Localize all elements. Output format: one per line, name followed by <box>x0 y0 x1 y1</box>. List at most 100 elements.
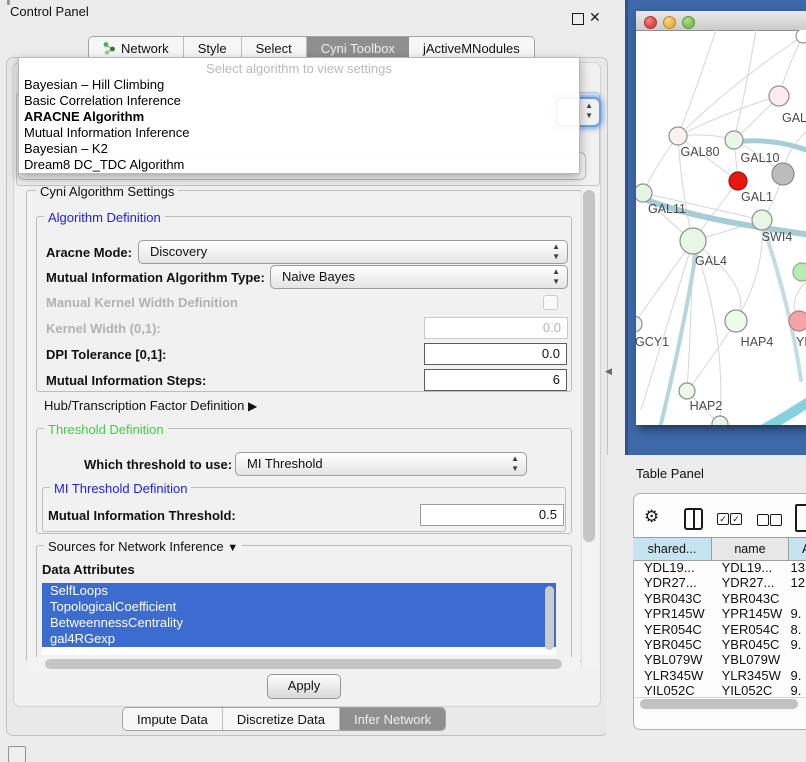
mi-type-combo[interactable]: Naive Bayes ▲▼ <box>270 265 568 289</box>
tab-label: jActiveMNodules <box>423 41 520 56</box>
node-label: GAL80 <box>681 145 720 159</box>
network-node-gal2[interactable] <box>769 86 789 106</box>
table-row[interactable]: YER054CYER054C8. <box>634 622 806 637</box>
table-row[interactable]: YDR27...YDR27...12 <box>634 575 806 590</box>
select-all-checkbox-icon[interactable]: ✓ <box>730 513 742 525</box>
tab-cyni-toolbox[interactable]: Cyni Toolbox <box>307 37 409 59</box>
table-cell: YBR045C <box>712 637 788 652</box>
network-window-titlebar[interactable] <box>636 11 806 31</box>
attribute-item[interactable]: TopologicalCoefficient <box>42 599 556 615</box>
network-node[interactable] <box>793 263 806 281</box>
network-node-yb[interactable] <box>789 311 806 331</box>
algorithm-option[interactable]: Dream8 DC_TDC Algorithm <box>19 157 579 173</box>
tab-label: Select <box>256 41 292 56</box>
deselect-all-checkbox-icon[interactable] <box>757 514 769 526</box>
table-cell: YLR345W <box>634 668 712 683</box>
table-settings-gear-icon[interactable]: ⚙ <box>644 507 659 527</box>
network-node-hap2[interactable] <box>679 383 695 399</box>
column-header[interactable]: A <box>789 538 806 560</box>
network-node-gal10[interactable] <box>725 131 743 149</box>
close-traffic-light-icon[interactable] <box>644 16 657 29</box>
network-view-window: GAL2GAL80GAL10GAL1GAL11SWI4GAL4GCY1HAP4Y… <box>636 11 806 425</box>
aracne-mode-combo[interactable]: Discovery ▲▼ <box>138 240 568 264</box>
network-node-swi4[interactable] <box>752 210 772 230</box>
app-root: Control Panel ✕ NetworkStyleSelectCyni T… <box>0 0 806 762</box>
kernel-width-field[interactable]: 0.0 <box>424 317 568 339</box>
dropdown-option-list: Bayesian – Hill ClimbingBasic Correlatio… <box>19 77 579 173</box>
float-icon[interactable] <box>572 13 584 25</box>
apply-button[interactable]: Apply <box>267 674 341 699</box>
network-node[interactable] <box>772 163 794 185</box>
column-header[interactable]: shared... <box>633 538 712 560</box>
column-layout-icon[interactable] <box>684 508 703 530</box>
network-node-gal11[interactable] <box>636 184 652 202</box>
node-label: HAP4 <box>741 335 774 349</box>
table-row[interactable]: YBR045CYBR045C9. <box>634 637 806 652</box>
node-label: GCY1 <box>636 335 669 349</box>
document-icon[interactable] <box>795 504 806 532</box>
table-cell: 9. <box>788 637 806 652</box>
settings-vscrollbar-thumb[interactable] <box>583 190 595 542</box>
table-cell: YDR27... <box>634 575 712 590</box>
settings-hscrollbar-thumb[interactable] <box>45 659 562 669</box>
column-header[interactable]: name <box>712 538 789 560</box>
network-node-gal80[interactable] <box>669 127 687 145</box>
network-node-hap4[interactable] <box>725 310 747 332</box>
network-graph-canvas[interactable]: GAL2GAL80GAL10GAL1GAL11SWI4GAL4GCY1HAP4Y… <box>636 30 806 425</box>
table-cell: YLR345W <box>712 668 788 683</box>
table-row[interactable]: YBL079WYBL079W <box>634 652 806 667</box>
collapse-down-icon: ▼ <box>227 542 238 554</box>
algorithm-option[interactable]: Bayesian – K2 <box>19 141 579 157</box>
hub-definition-toggle[interactable]: Hub/Transcription Factor Definition ▶ <box>44 398 257 413</box>
network-node-gal4[interactable] <box>680 228 706 254</box>
tab-infer-network[interactable]: Infer Network <box>340 708 445 730</box>
attribute-item[interactable]: gal4RGexp <box>42 631 556 647</box>
tab-label: Style <box>198 41 227 56</box>
zoom-traffic-light-icon[interactable] <box>682 16 695 29</box>
tab-label: Network <box>121 41 169 56</box>
which-threshold-combo[interactable]: MI Threshold ▲▼ <box>235 452 527 476</box>
algorithm-option[interactable]: Mutual Information Inference <box>19 125 579 141</box>
network-node-gcy1[interactable] <box>636 316 642 332</box>
table-cell <box>788 591 806 606</box>
splitter-handle-icon[interactable]: ◀ <box>605 366 612 377</box>
tab-discretize-data[interactable]: Discretize Data <box>223 708 340 730</box>
select-all-checkbox-icon[interactable]: ✓ <box>717 513 729 525</box>
table-row[interactable]: YBR043CYBR043C <box>634 591 806 606</box>
attributes-scrollbar-thumb[interactable] <box>545 586 554 650</box>
network-node[interactable] <box>796 30 806 43</box>
dpi-tolerance-field[interactable]: 0.0 <box>424 343 567 365</box>
table-hscrollbar-thumb[interactable] <box>640 699 798 709</box>
tab-impute-data[interactable]: Impute Data <box>123 708 223 730</box>
close-icon[interactable]: ✕ <box>589 9 601 26</box>
network-node[interactable] <box>712 416 728 425</box>
sources-legend[interactable]: Sources for Network Inference ▼ <box>44 539 242 554</box>
mi-steps-label: Mutual Information Steps: <box>46 373 206 388</box>
table-cell: 9. <box>788 668 806 683</box>
table-row[interactable]: YLR345WYLR345W9. <box>634 668 806 683</box>
network-node-gal1[interactable] <box>729 172 747 190</box>
algorithm-option[interactable]: Basic Correlation Inference <box>19 93 579 109</box>
node-label: GAL2 <box>782 111 806 125</box>
algorithm-option[interactable]: ARACNE Algorithm <box>19 109 579 125</box>
table-row[interactable]: YPR145WYPR145W9. <box>634 606 806 621</box>
mi-threshold-field[interactable]: 0.5 <box>420 504 564 526</box>
tab-jactivemnodules[interactable]: jActiveMNodules <box>409 37 534 59</box>
deselect-all-checkbox-icon[interactable] <box>770 514 782 526</box>
node-label: GAL11 <box>648 202 686 216</box>
attribute-item[interactable]: BetweennessCentrality <box>42 615 556 631</box>
table-cell: YDR27... <box>712 575 788 590</box>
mi-steps-field[interactable]: 6 <box>424 369 567 391</box>
manual-kernel-checkbox[interactable] <box>543 295 558 310</box>
table-row[interactable]: YIL052CYIL052C9. <box>634 683 806 697</box>
tab-style[interactable]: Style <box>184 37 242 59</box>
tab-select[interactable]: Select <box>242 37 307 59</box>
table-row[interactable]: YDL19...YDL19...13 <box>634 560 806 575</box>
attribute-item[interactable]: SelfLoops <box>42 583 556 599</box>
algorithm-option[interactable]: Bayesian – Hill Climbing <box>19 77 579 93</box>
tab-network[interactable]: Network <box>89 37 184 59</box>
mi-threshold-legend: MI Threshold Definition <box>50 481 191 496</box>
table-panel-title: Table Panel <box>636 466 704 481</box>
table-body: YDL19...YDL19...13YDR27...YDR27...12YBR0… <box>633 560 806 697</box>
minimize-traffic-light-icon[interactable] <box>663 16 676 29</box>
